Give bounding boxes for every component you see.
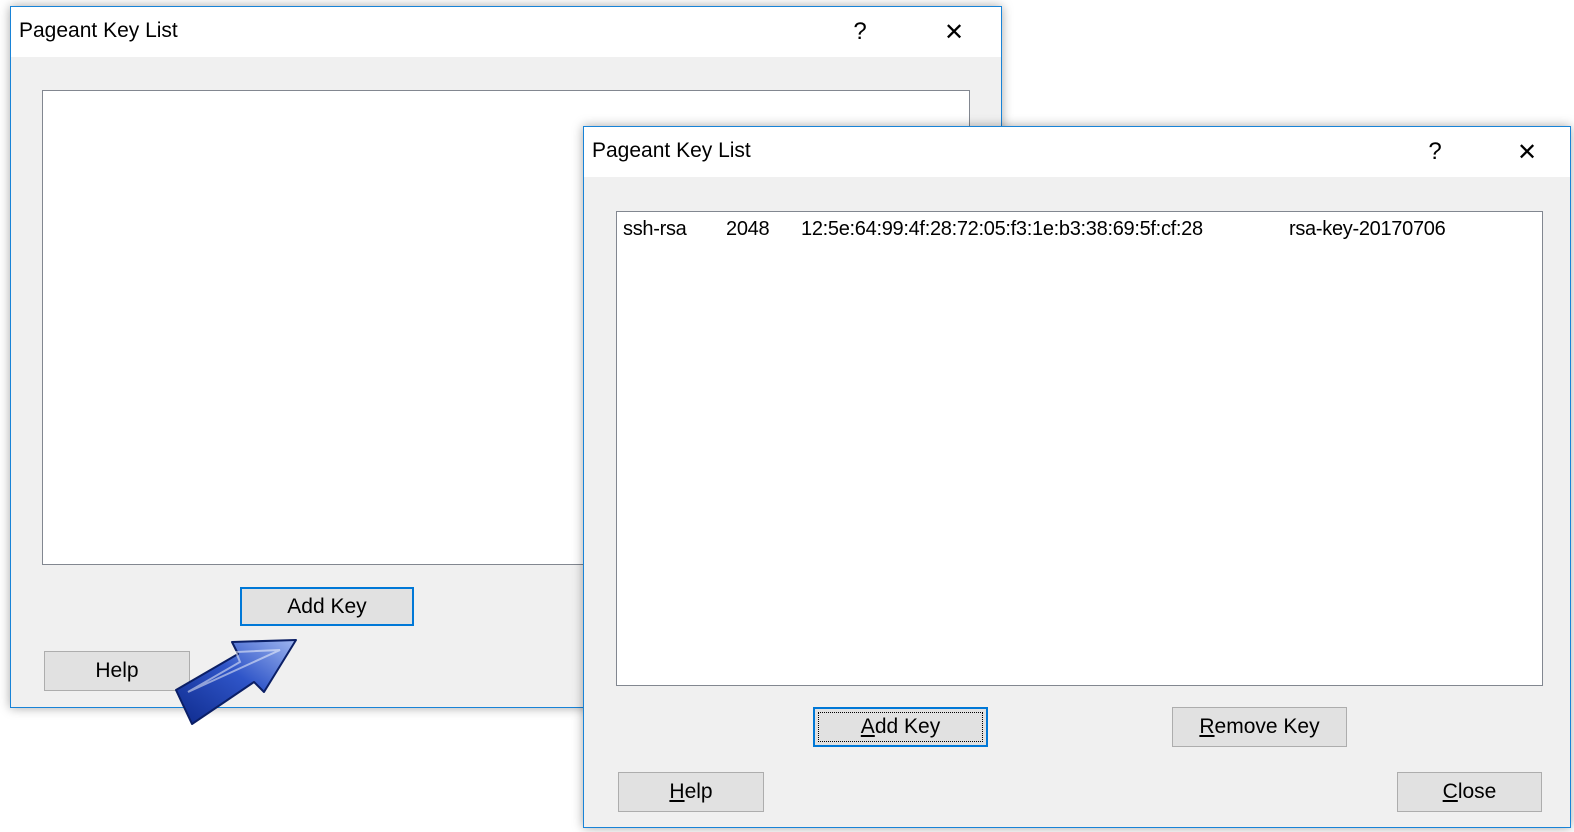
remove-key-label: Remove Key [1199,715,1320,738]
help-title-button[interactable]: ? [1412,127,1458,177]
close-label: Close [1442,780,1497,803]
close-icon[interactable]: ✕ [1504,127,1550,177]
help-button[interactable]: Help [618,772,764,812]
window-title: Pageant Key List [19,19,178,42]
help-label: Help [669,780,713,803]
key-bits: 2048 [726,218,770,240]
front-window: Pageant Key List ? ✕ ssh-rsa 2048 12:5e:… [583,126,1571,828]
key-fingerprint: 12:5e:64:99:4f:28:72:05:f3:1e:b3:38:69:5… [801,218,1203,240]
key-comment: rsa-key-20170706 [1289,218,1446,240]
help-label: Help [95,659,139,682]
arrow-icon [175,639,297,725]
title-bar[interactable]: Pageant Key List ? ✕ [584,127,1570,177]
key-list[interactable]: ssh-rsa 2048 12:5e:64:99:4f:28:72:05:f3:… [616,211,1543,686]
window-title: Pageant Key List [592,139,751,162]
list-item[interactable]: ssh-rsa 2048 12:5e:64:99:4f:28:72:05:f3:… [623,218,1536,244]
title-bar[interactable]: Pageant Key List ? ✕ [11,7,1001,57]
add-key-button[interactable]: Add Key [813,707,988,747]
key-type: ssh-rsa [623,218,687,240]
add-key-button[interactable]: Add Key [240,587,414,626]
remove-key-button[interactable]: Remove Key [1172,707,1347,747]
add-key-label: Add Key [287,594,367,618]
help-title-button[interactable]: ? [837,7,883,57]
close-button[interactable]: Close [1397,772,1542,812]
close-icon[interactable]: ✕ [931,7,977,57]
add-key-label: Add Key [860,715,941,738]
